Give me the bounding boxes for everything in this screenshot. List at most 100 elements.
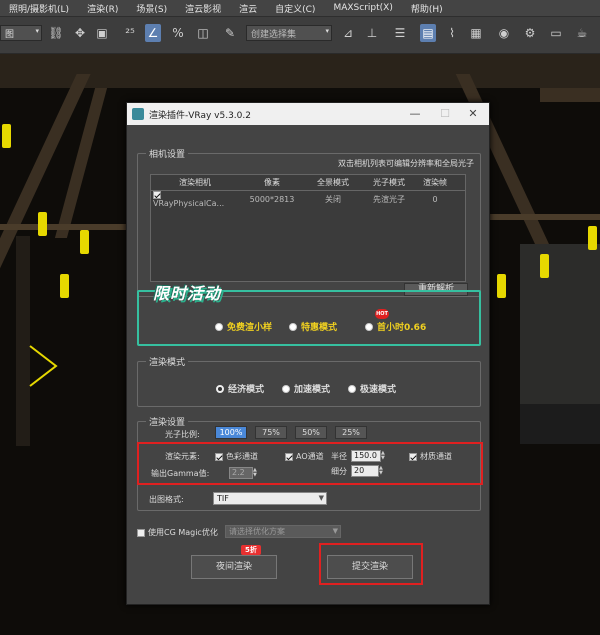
mirror-icon[interactable]: ⊿	[340, 24, 356, 42]
view-select[interactable]: 图 ▾	[0, 25, 42, 41]
layers-icon[interactable]: ☰	[392, 24, 408, 42]
camera-list[interactable]: 渲染相机 像素 全景模式 光子模式 渲染帧 VRayPhysicalCa... …	[150, 174, 466, 282]
accelerated-mode-option[interactable]: 加速模式	[282, 382, 330, 395]
menu-maxscript[interactable]: MAXScript(X)	[324, 3, 401, 13]
subdiv-input[interactable]: 20 ▲ ▼	[351, 465, 383, 477]
ceiling-beam	[540, 88, 600, 102]
dialog-title: 渲染插件-VRay v5.3.0.2	[149, 110, 251, 121]
table-row[interactable]: VRayPhysicalCa... 5000*2813 关闭 先渲光子 0	[151, 190, 465, 208]
col-pixels[interactable]: 像素	[239, 177, 305, 188]
render-frame-window-icon[interactable]: ▭	[548, 24, 564, 42]
camera-enable-checkbox[interactable]	[153, 190, 161, 199]
night-render-button[interactable]: 夜间渲染	[191, 555, 277, 579]
col-frame[interactable]: 渲染帧	[417, 177, 453, 188]
render-frame-icon[interactable]: ▣	[94, 24, 110, 42]
camera-cell: VRayPhysicalCa...	[151, 190, 239, 208]
optimization-scheme-select: 请选择优化方案 ▼	[225, 525, 341, 538]
pendant-lamp	[38, 212, 47, 236]
menu-xuanyun-film[interactable]: 渲云影视	[176, 2, 230, 15]
edit-named-sel-icon[interactable]: ✎	[222, 24, 238, 42]
gamma-label: 输出Gamma值:	[151, 469, 210, 478]
percent-snap-icon[interactable]: %	[170, 24, 186, 42]
camera-settings-title: 相机设置	[146, 147, 189, 160]
render-settings-title: 渲染设置	[146, 415, 189, 428]
render-elements-label: 渲染元素:	[165, 452, 200, 461]
material-channel-checkbox[interactable]: 材质通道	[409, 451, 452, 462]
move-icon[interactable]: ✥	[72, 24, 88, 42]
pendant-lamp	[2, 124, 11, 148]
spinner-arrows-icon[interactable]: ▲ ▼	[379, 466, 385, 476]
spinner-snap-icon[interactable]: ◫	[195, 24, 211, 42]
angle-snap-icon[interactable]: ∠	[145, 24, 161, 42]
radio-icon	[282, 384, 290, 393]
camera-hint: 双击相机列表可编辑分辨率和全局光子	[338, 159, 474, 168]
scene-explorer-icon[interactable]: ▤	[420, 24, 436, 42]
radius-input[interactable]: 150.0 ▲ ▼	[351, 450, 385, 462]
render-mode-title: 渲染模式	[146, 355, 189, 368]
ratio-100-button[interactable]: 100%	[215, 426, 247, 439]
named-selection-set[interactable]: 创建选择集 ▾	[246, 25, 332, 41]
free-sample-option[interactable]: 免费渲小样	[215, 320, 272, 333]
col-photon[interactable]: 光子模式	[361, 177, 417, 188]
extreme-mode-option[interactable]: 极速模式	[348, 382, 396, 395]
ratio-25-button[interactable]: 25%	[335, 426, 367, 439]
align-icon[interactable]: ⊥	[364, 24, 380, 42]
app-icon	[132, 108, 144, 120]
render-mode-group: 渲染模式 经济模式 加速模式 极速模式	[137, 355, 481, 407]
snap-2-5-icon[interactable]: ²⁵	[122, 24, 138, 42]
radio-icon	[365, 322, 373, 331]
hot-badge: HOT	[375, 309, 389, 319]
menu-lighting-camera[interactable]: 照明/摄影机(L)	[0, 2, 78, 15]
radio-icon	[215, 322, 223, 331]
checkbox-icon	[409, 452, 417, 461]
camera-list-header: 渲染相机 像素 全景模式 光子模式 渲染帧	[151, 175, 465, 191]
chevron-down-icon: ▼	[332, 527, 338, 535]
radio-icon	[289, 322, 297, 331]
spinner-arrows-icon[interactable]: ▲ ▼	[381, 451, 387, 461]
ao-channel-checkbox[interactable]: AO通道	[285, 451, 324, 462]
first-hour-option[interactable]: 首小时0.66	[365, 320, 426, 333]
scene-arrow-icon	[29, 345, 58, 387]
menu-xuanyun[interactable]: 渲云	[230, 2, 266, 15]
menu-render[interactable]: 渲染(R)	[78, 2, 127, 15]
ceiling	[0, 54, 600, 88]
output-format-select[interactable]: TIF ▼	[213, 492, 327, 505]
color-channel-checkbox[interactable]: 色彩通道	[215, 451, 258, 462]
pendant-lamp	[497, 274, 506, 298]
dialog-titlebar[interactable]: 渲染插件-VRay v5.3.0.2 — ☐ ✕	[127, 103, 489, 125]
pendant-lamp	[60, 274, 69, 298]
submit-render-button[interactable]: 提交渲染	[327, 555, 413, 579]
menu-customize[interactable]: 自定义(C)	[266, 2, 324, 15]
link-icon[interactable]: ⛓	[48, 24, 64, 42]
menu-scene[interactable]: 场景(S)	[127, 2, 176, 15]
menu-help[interactable]: 帮助(H)	[402, 2, 452, 15]
menu-bar: 照明/摄影机(L) 渲染(R) 场景(S) 渲云影视 渲云 自定义(C) MAX…	[0, 0, 600, 17]
render-setup-icon[interactable]: ⚙	[522, 24, 538, 42]
panorama-cell: 关闭	[325, 194, 341, 204]
radius-label: 半径	[331, 452, 347, 461]
chevron-down-icon: ▼	[318, 494, 324, 502]
cg-magic-checkbox[interactable]: 使用CG Magic优化	[137, 527, 218, 538]
promo-title: 限时活动	[153, 284, 222, 303]
close-button[interactable]: ✕	[459, 103, 487, 125]
pendant-lamp	[80, 230, 89, 254]
pixels-cell: 5000*2813	[249, 194, 295, 204]
render-production-icon[interactable]: ☕	[574, 24, 590, 42]
wall-trim	[490, 214, 600, 220]
ratio-50-button[interactable]: 50%	[295, 426, 327, 439]
discount-mode-option[interactable]: 特惠模式	[289, 320, 337, 333]
minimize-button[interactable]: —	[401, 103, 429, 125]
photon-cell: 先渲光子	[373, 194, 405, 204]
material-editor-icon[interactable]: ◉	[496, 24, 512, 42]
render-plugin-dialog: 渲染插件-VRay v5.3.0.2 — ☐ ✕ 相机设置 双击相机列表可编辑分…	[126, 102, 490, 605]
economy-mode-option[interactable]: 经济模式	[216, 382, 264, 395]
col-camera[interactable]: 渲染相机	[151, 177, 239, 188]
checkbox-icon	[215, 452, 223, 461]
col-panorama[interactable]: 全景模式	[305, 177, 361, 188]
ratio-75-button[interactable]: 75%	[255, 426, 287, 439]
curve-editor-icon[interactable]: ⌇	[444, 24, 460, 42]
schematic-view-icon[interactable]: ▦	[468, 24, 484, 42]
sofa	[520, 404, 600, 444]
photon-ratio-label: 光子比例:	[165, 430, 200, 439]
spinner-arrows-icon: ▲ ▼	[253, 467, 257, 478]
